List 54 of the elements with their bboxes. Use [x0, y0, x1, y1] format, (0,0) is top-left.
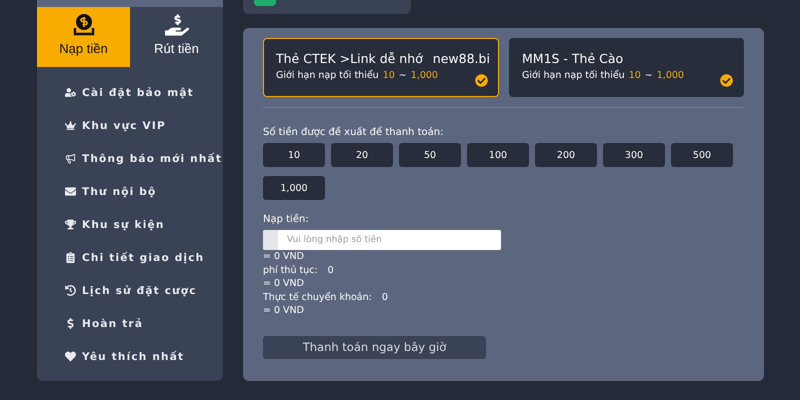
megaphone-icon [65, 153, 76, 164]
hand-money-icon [164, 13, 188, 37]
pay-now-button[interactable]: Thanh toán ngay bây giờ [263, 336, 486, 358]
amount-button[interactable]: 500 [671, 143, 733, 167]
menu-item[interactable]: Lịch sử đặt cược [65, 274, 223, 307]
converted-amount: = 0 VND [263, 277, 305, 290]
menu-item[interactable]: Thư nội bộ [65, 175, 223, 208]
user-icon [65, 87, 76, 98]
fee-value: 0 [328, 264, 334, 277]
amount-button[interactable]: 10 [263, 143, 325, 167]
heart-icon [65, 351, 76, 362]
amount-button[interactable]: 100 [467, 143, 529, 167]
crown-icon [65, 120, 76, 131]
limit-min: 10 [628, 70, 641, 81]
check-icon [720, 74, 733, 87]
limit-separator: ~ [398, 70, 407, 81]
payment-method-card[interactable]: MM1S - Thẻ Cào Giới hạn nạp tối thiểu 10 ~ 1,000 [509, 38, 744, 97]
check-icon [475, 74, 488, 87]
amount-button[interactable]: 1,000 [263, 176, 325, 200]
limit-separator: ~ [644, 70, 653, 81]
menu-item[interactable]: Khu sự kiện [65, 208, 223, 241]
menu-item[interactable]: Hoàn trả [65, 307, 223, 340]
limit-min: 10 [382, 70, 395, 81]
amount-button[interactable]: 50 [399, 143, 461, 167]
fee-label: phí thủ tục: [263, 264, 318, 277]
method-link: new88.bi [432, 51, 490, 66]
amount-button[interactable]: 20 [331, 143, 393, 167]
suggest-label: Số tiền được đề xuất để thanh toán: [263, 127, 444, 138]
trophy-icon [65, 219, 76, 230]
menu-item[interactable]: Cài đặt bảo mật [65, 76, 223, 109]
limit-max: 1,000 [656, 70, 684, 81]
amount-button[interactable]: 200 [535, 143, 597, 167]
history-icon [65, 285, 76, 296]
method-title: MM1S - Thẻ Cào [522, 51, 624, 66]
method-title: Thẻ CTEK >Link dễ nhớ [276, 51, 423, 66]
envelope-icon [65, 186, 76, 197]
menu-item[interactable]: Khu vực VIP [65, 109, 223, 142]
menu-item[interactable]: Thông báo mới nhất [65, 142, 223, 175]
amount-label: Nạp tiền: [263, 214, 310, 225]
converted-amount: = 0 VND [263, 250, 305, 264]
tab[interactable]: Nạp tiền [37, 7, 130, 67]
converted-amount: = 0 VND [263, 304, 305, 318]
fee-value: 0 [382, 290, 388, 304]
payment-method-card[interactable]: Thẻ CTEK >Link dễ nhớ new88.bi Giới hạn nạp tối thiểu 10 ~ 1,000 [263, 38, 499, 97]
menu-item[interactable]: Yêu thích nhất [65, 340, 223, 373]
limit-label: Giới hạn nạp tối thiểu [522, 70, 625, 81]
dollar-icon [65, 318, 76, 329]
clipboard-icon [65, 252, 76, 263]
limit-label: Giới hạn nạp tối thiểu [276, 70, 379, 81]
coin-icon [72, 13, 96, 37]
menu-item[interactable]: Chi tiết giao dịch [65, 241, 223, 274]
fee-label: Thực tế chuyển khoản: [263, 290, 372, 304]
limit-max: 1,000 [410, 70, 438, 81]
amount-button[interactable]: 300 [603, 143, 665, 167]
